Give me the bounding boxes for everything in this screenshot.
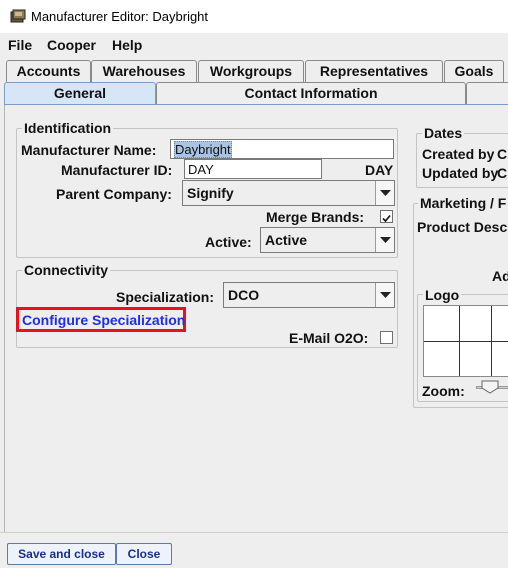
- menu-file[interactable]: File: [8, 37, 32, 53]
- tab-contact-information[interactable]: Contact Information: [156, 82, 466, 104]
- updated-by-value: C: [497, 165, 508, 181]
- configure-specialization-link[interactable]: Configure Specialization: [16, 307, 186, 332]
- menu-cooper[interactable]: Cooper: [47, 37, 96, 53]
- manufacturer-name-value: Daybright: [174, 141, 232, 158]
- chevron-down-icon[interactable]: [375, 181, 394, 205]
- logo-title: Logo: [423, 287, 462, 303]
- parent-company-value: Signify: [187, 185, 234, 201]
- check-icon: [382, 214, 391, 223]
- manufacturer-id-label: Manufacturer ID:: [61, 162, 173, 178]
- tab-goals[interactable]: Goals: [444, 60, 504, 82]
- tab-more[interactable]: [466, 82, 508, 104]
- ad-label: Ad: [492, 268, 508, 284]
- logo-preview[interactable]: [423, 305, 508, 377]
- created-by-value: C: [497, 146, 508, 162]
- updated-by-label: Updated by: [422, 165, 499, 181]
- created-by-label: Created by: [422, 146, 495, 162]
- marketing-title: Marketing / F: [418, 195, 508, 211]
- identification-title: Identification: [22, 120, 114, 136]
- email-o2o-checkbox[interactable]: [380, 331, 393, 344]
- zoom-label: Zoom:: [422, 383, 465, 399]
- save-and-close-button[interactable]: Save and close: [7, 543, 116, 565]
- tab-workgroups[interactable]: Workgroups: [198, 60, 304, 82]
- menu-help[interactable]: Help: [112, 37, 142, 53]
- tab-representatives[interactable]: Representatives: [305, 60, 443, 82]
- manufacturer-id-input[interactable]: DAY: [184, 159, 322, 179]
- active-label: Active:: [205, 234, 252, 250]
- window-title: Manufacturer Editor: Daybright: [31, 9, 209, 24]
- dates-title: Dates: [422, 125, 465, 141]
- chevron-down-icon[interactable]: [375, 228, 394, 252]
- zoom-slider-thumb[interactable]: [481, 380, 499, 394]
- specialization-label: Specialization:: [116, 289, 215, 305]
- manufacturer-name-label: Manufacturer Name:: [21, 142, 157, 158]
- specialization-select[interactable]: DCO: [223, 282, 395, 308]
- close-button[interactable]: Close: [116, 543, 172, 565]
- email-o2o-label: E-Mail O2O:: [289, 330, 369, 346]
- parent-company-label: Parent Company:: [56, 186, 172, 202]
- connectivity-title: Connectivity: [22, 262, 111, 278]
- manufacturer-id-display: DAY: [365, 162, 394, 178]
- active-value: Active: [265, 232, 308, 248]
- configure-specialization-label: Configure Specialization: [22, 312, 186, 328]
- merge-brands-label: Merge Brands:: [266, 209, 365, 225]
- grid-line: [424, 341, 508, 342]
- tab-accounts[interactable]: Accounts: [6, 60, 91, 82]
- manufacturer-id-value: DAY: [188, 162, 214, 177]
- specialization-value: DCO: [228, 287, 260, 303]
- active-select[interactable]: Active: [260, 227, 395, 253]
- product-description-label: Product Desc: [417, 219, 508, 235]
- app-icon: [10, 9, 26, 23]
- tab-general[interactable]: General: [4, 82, 156, 104]
- merge-brands-checkbox[interactable]: [380, 210, 393, 223]
- manufacturer-name-input[interactable]: Daybright: [170, 139, 394, 159]
- tab-warehouses[interactable]: Warehouses: [91, 60, 197, 82]
- parent-company-select[interactable]: Signify: [182, 180, 395, 206]
- chevron-down-icon[interactable]: [375, 283, 394, 307]
